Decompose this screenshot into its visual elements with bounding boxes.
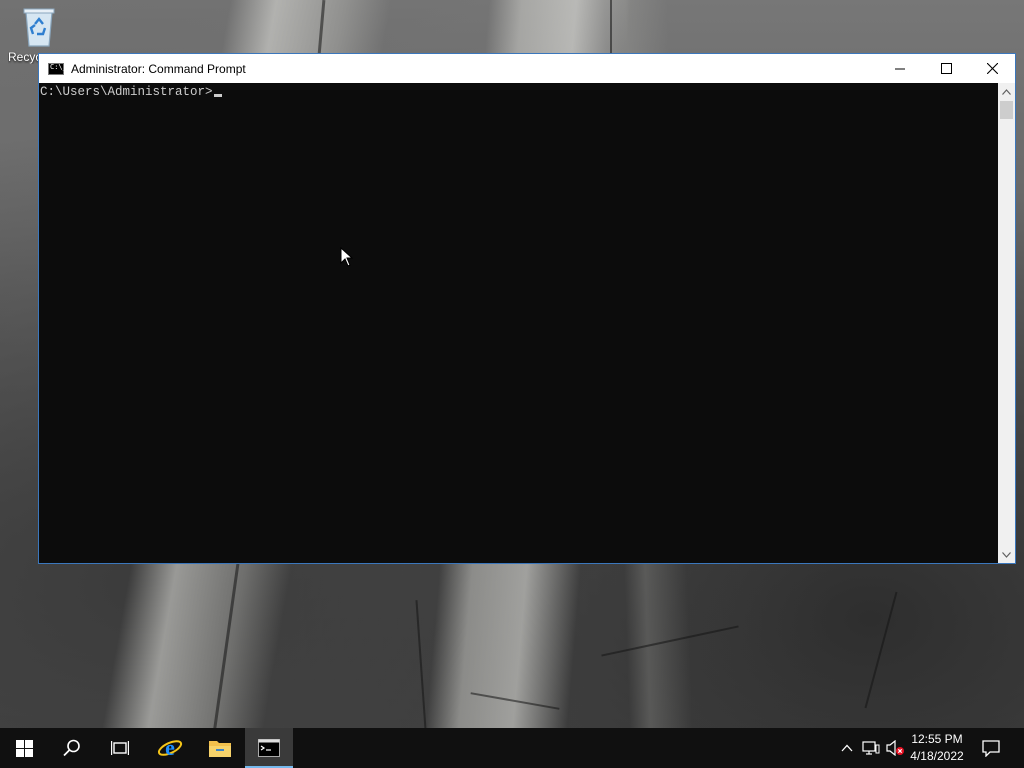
console-prompt: C:\Users\Administrator> [40,85,213,99]
task-view-button[interactable] [96,728,144,768]
clock-time: 12:55 PM [911,732,963,746]
network-button[interactable] [860,728,882,768]
text-cursor [213,94,222,97]
command-prompt-window[interactable]: C:\_ Administrator: Command Prompt C:\Us… [38,53,1016,564]
internet-explorer-button[interactable]: e [146,728,194,768]
file-explorer-icon [209,741,231,757]
action-center-icon [982,739,1000,757]
mouse-pointer-icon [340,247,354,267]
volume-button[interactable] [884,728,906,768]
title-bar[interactable]: C:\_ Administrator: Command Prompt [39,54,1015,83]
minimize-icon [895,68,905,69]
console-output[interactable]: C:\Users\Administrator> [39,83,998,563]
maximize-icon [940,63,952,74]
clock-date: 4/18/2022 [910,749,964,763]
action-center-button[interactable] [976,728,1006,768]
internet-explorer-icon: e [157,735,183,760]
system-clock[interactable]: 12:55 PM 4/18/2022 [908,731,966,765]
taskbar: e 12:55 PM 4/18/2022 [0,728,1024,768]
window-title: Administrator: Command Prompt [71,61,246,76]
chevron-up-icon [1002,88,1011,95]
chevron-down-icon [1002,551,1011,558]
scroll-thumb[interactable] [1000,101,1013,119]
volume-muted-icon [886,740,904,756]
close-icon [986,63,998,74]
start-button[interactable] [0,728,48,768]
command-prompt-icon [258,739,280,757]
search-button[interactable] [48,728,96,768]
scroll-up-button[interactable] [998,83,1015,100]
recycle-bin-icon [21,6,57,47]
search-icon [63,739,80,757]
show-hidden-icons-button[interactable] [838,728,856,768]
task-view-icon [111,741,129,755]
command-prompt-icon: C:\_ [48,62,67,75]
svg-text:e: e [165,735,175,760]
minimize-button[interactable] [877,54,923,83]
command-prompt-taskbar-button[interactable] [245,728,293,768]
network-icon [862,741,880,755]
scroll-down-button[interactable] [998,546,1015,563]
close-button[interactable] [969,54,1015,83]
window-controls [877,54,1015,83]
vertical-scrollbar[interactable] [998,83,1015,563]
maximize-button[interactable] [923,54,969,83]
file-explorer-button[interactable] [196,728,244,768]
start-icon [15,739,33,757]
chevron-up-icon [841,744,853,752]
